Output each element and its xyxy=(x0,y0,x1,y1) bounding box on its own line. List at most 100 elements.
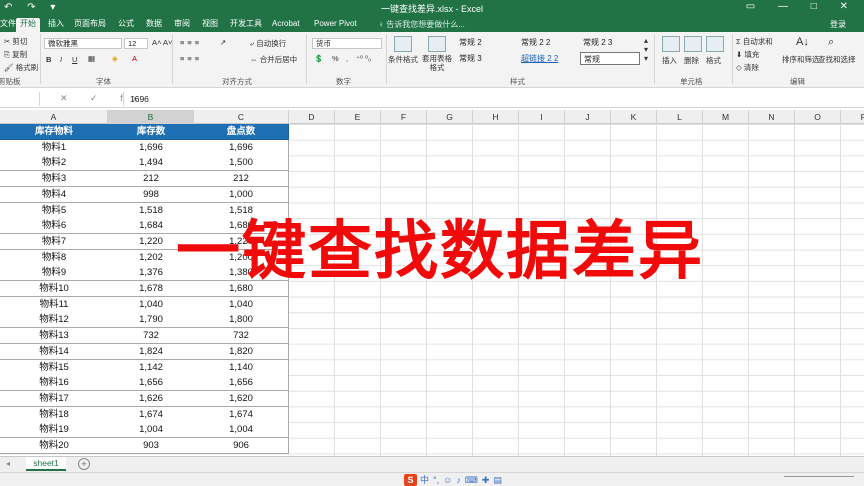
material-cell[interactable]: 物料9 xyxy=(0,265,109,282)
material-cell[interactable]: 物料12 xyxy=(0,312,109,329)
stock-cell[interactable]: 1,626 xyxy=(108,390,195,407)
currency-icon[interactable]: 💲 xyxy=(314,54,323,63)
material-cell[interactable]: 物料14 xyxy=(0,343,109,360)
material-cell[interactable]: 物料5 xyxy=(0,202,109,219)
style-gallery-scroll-icon[interactable]: ▴ ▾ ▾ xyxy=(644,36,648,63)
ime-voice-icon[interactable]: ♪ xyxy=(456,475,461,485)
column-header-f[interactable]: F xyxy=(381,110,427,124)
count-cell[interactable]: 1,800 xyxy=(194,312,289,329)
material-cell[interactable]: 物料13 xyxy=(0,328,109,345)
comma-button[interactable]: , xyxy=(346,54,348,63)
sheet-tab-sheet1[interactable]: sheet1 xyxy=(26,457,66,471)
material-cell[interactable]: 物料7 xyxy=(0,233,109,250)
font-grow-shrink-icon[interactable]: A˄ A˅ xyxy=(152,38,172,47)
copy-button[interactable]: ⎘ 复制 xyxy=(4,49,27,60)
column-header-l[interactable]: L xyxy=(657,110,703,124)
autosum-button[interactable]: Σ 自动求和 xyxy=(736,36,773,47)
count-cell[interactable]: 732 xyxy=(194,328,289,345)
tab-home[interactable]: 开始 xyxy=(16,18,40,32)
column-header-b[interactable]: B xyxy=(108,110,194,124)
tab-page-layout[interactable]: 页面布局 xyxy=(70,18,110,32)
add-sheet-icon[interactable]: + xyxy=(78,458,90,470)
format-cells-icon[interactable] xyxy=(706,36,724,52)
tab-data[interactable]: 数据 xyxy=(142,18,166,32)
style-cell-normal-2[interactable]: 常规 2 xyxy=(456,36,518,49)
cut-button[interactable]: ✂ 剪切 xyxy=(4,36,27,47)
table-format-icon[interactable] xyxy=(428,36,446,52)
login-link[interactable]: 登录 xyxy=(830,19,846,30)
format-cells-button[interactable]: 格式 xyxy=(706,55,721,66)
delete-cells-icon[interactable] xyxy=(684,36,702,52)
conditional-format-button[interactable]: 条件格式 xyxy=(388,54,418,65)
font-name-select[interactable]: 微软雅黑 xyxy=(44,38,122,49)
material-cell[interactable]: 物料19 xyxy=(0,422,109,439)
material-cell[interactable]: 物料17 xyxy=(0,390,109,407)
material-cell[interactable]: 物料10 xyxy=(0,281,109,297)
material-cell[interactable]: 物料2 xyxy=(0,155,109,172)
bold-button[interactable]: B xyxy=(46,55,51,64)
window-controls[interactable]: ▭ — □ ✕ xyxy=(746,1,858,12)
count-cell[interactable]: 212 xyxy=(194,171,289,188)
tab-insert[interactable]: 插入 xyxy=(44,18,68,32)
tab-developer[interactable]: 开发工具 xyxy=(226,18,266,32)
column-header-j[interactable]: J xyxy=(565,110,611,124)
material-cell[interactable]: 物料16 xyxy=(0,375,109,392)
find-select-button[interactable]: 查找和选择 xyxy=(818,54,856,65)
number-format-select[interactable]: 货币 xyxy=(312,38,382,49)
wrap-text-button[interactable]: ⤶ 自动换行 xyxy=(250,38,286,49)
conditional-format-icon[interactable] xyxy=(394,36,412,52)
material-cell[interactable]: 物料4 xyxy=(0,186,109,203)
column-header-g[interactable]: G xyxy=(427,110,473,124)
decimal-icons[interactable]: ⁺⁰ ⁰₀ xyxy=(356,54,371,63)
material-cell[interactable]: 物料11 xyxy=(0,296,109,313)
style-cell-normal[interactable]: 常规 xyxy=(580,52,640,65)
material-cell[interactable]: 物料6 xyxy=(0,218,109,235)
count-cell[interactable]: 1,500 xyxy=(194,155,289,172)
column-header-p[interactable]: P xyxy=(841,110,864,124)
tell-me-search[interactable]: ♀ 告诉我您想要做什么... xyxy=(378,19,465,30)
style-cell-normal-2-3[interactable]: 常规 2 3 xyxy=(580,36,642,49)
table-header-cell[interactable]: 库存数 xyxy=(108,124,195,140)
underline-button[interactable]: U xyxy=(72,55,77,64)
tab-formulas[interactable]: 公式 xyxy=(114,18,138,32)
stock-cell[interactable]: 1,494 xyxy=(108,155,195,172)
count-cell[interactable]: 1,674 xyxy=(194,406,289,423)
ime-punctuation-icon[interactable]: °, xyxy=(433,475,439,485)
stock-cell[interactable]: 1,142 xyxy=(108,359,195,376)
stock-cell[interactable]: 1,656 xyxy=(108,375,195,392)
count-cell[interactable]: 1,820 xyxy=(194,343,289,360)
sort-filter-button[interactable]: 排序和筛选 xyxy=(782,54,820,65)
stock-cell[interactable]: 1,040 xyxy=(108,296,195,313)
tab-review[interactable]: 审阅 xyxy=(170,18,194,32)
font-color-icon[interactable]: A xyxy=(132,54,137,63)
stock-cell[interactable]: 903 xyxy=(108,438,195,454)
tab-view[interactable]: 视图 xyxy=(198,18,222,32)
fill-color-icon[interactable]: ◈ xyxy=(112,54,118,63)
ime-toolbar[interactable]: S 中 °, ☺ ♪ ⌨ ✚ ▤ xyxy=(404,473,506,486)
italic-button[interactable]: I xyxy=(60,55,62,64)
column-header-d[interactable]: D xyxy=(289,110,335,124)
stock-cell[interactable]: 732 xyxy=(108,328,195,345)
percent-button[interactable]: % xyxy=(332,54,339,63)
material-cell[interactable]: 物料15 xyxy=(0,359,109,376)
find-select-icon[interactable]: ⌕ xyxy=(828,36,834,49)
material-cell[interactable]: 物料3 xyxy=(0,171,109,188)
ime-skin-icon[interactable]: ✚ xyxy=(482,475,490,485)
count-cell[interactable]: 1,040 xyxy=(194,296,289,313)
column-header-e[interactable]: E xyxy=(335,110,381,124)
column-header-k[interactable]: K xyxy=(611,110,657,124)
table-header-cell[interactable]: 盘点数 xyxy=(194,124,289,140)
style-cell-normal-2-2[interactable]: 常规 2 2 xyxy=(518,36,580,49)
material-cell[interactable]: 物料8 xyxy=(0,249,109,266)
material-cell[interactable]: 物料20 xyxy=(0,438,109,454)
ime-toolbox-icon[interactable]: ▤ xyxy=(493,475,502,485)
merge-center-button[interactable]: ⇔ 合并后居中 xyxy=(250,54,297,65)
insert-cells-icon[interactable] xyxy=(662,36,680,52)
table-format-button[interactable]: 套用表格格式 xyxy=(420,54,454,72)
clear-button[interactable]: ◇ 清除 xyxy=(736,62,759,73)
sort-filter-icon[interactable]: A↓ xyxy=(796,36,809,48)
format-painter-button[interactable]: 🖌 格式刷 xyxy=(4,62,38,73)
table-header-cell[interactable]: 库存物料 xyxy=(0,124,109,140)
horizontal-align-icons[interactable]: ≡≡≡ xyxy=(180,54,202,63)
name-box[interactable] xyxy=(0,92,40,106)
